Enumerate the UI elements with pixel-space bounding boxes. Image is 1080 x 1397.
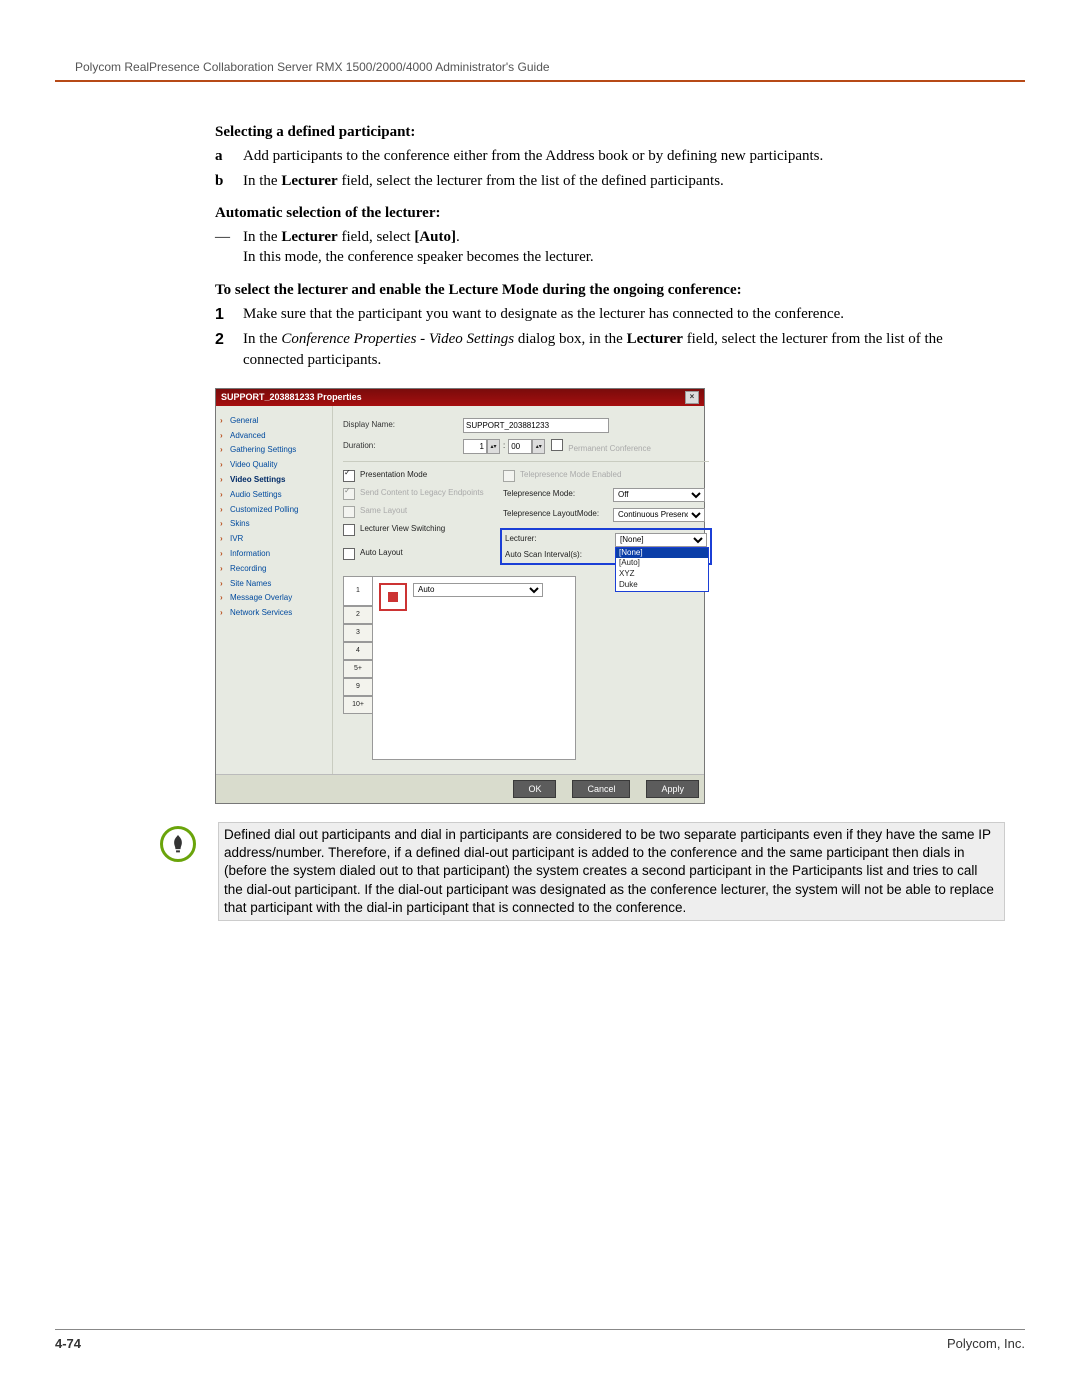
step-1: 1 Make sure that the participant you wan…: [215, 304, 1005, 326]
section-title-2: Automatic selection of the lecturer:: [215, 203, 1005, 223]
lecturer-option[interactable]: [Auto]: [616, 558, 708, 569]
dialog-title: SUPPORT_203881233 Properties: [221, 391, 362, 404]
page-number: 4-74: [55, 1336, 81, 1351]
cancel-button[interactable]: Cancel: [572, 780, 630, 798]
dialog-titlebar: SUPPORT_203881233 Properties ×: [216, 389, 704, 406]
lecturer-option[interactable]: XYZ: [616, 569, 708, 580]
duration-minutes[interactable]: ▴▾: [508, 439, 545, 454]
nav-item[interactable]: Customized Polling: [220, 503, 328, 518]
layout-panel: Auto: [372, 576, 576, 760]
nav-item[interactable]: Information: [220, 547, 328, 562]
layout-tab[interactable]: 10+: [343, 696, 372, 714]
layout-tab[interactable]: 5+: [343, 660, 372, 678]
page: Polycom RealPresence Collaboration Serve…: [0, 0, 1080, 1397]
nav-item[interactable]: Gathering Settings: [220, 443, 328, 458]
nav-item[interactable]: Site Names: [220, 577, 328, 592]
dialog-main: Display Name: Duration: ▴▾ : ▴▾: [333, 406, 719, 774]
nav-item[interactable]: Video Quality: [220, 458, 328, 473]
apply-button[interactable]: Apply: [646, 780, 699, 798]
lecturer-select[interactable]: [None]: [615, 533, 707, 547]
tp-enabled-checkbox[interactable]: [503, 470, 515, 482]
dialog-nav: GeneralAdvancedGathering SettingsVideo Q…: [216, 406, 333, 774]
ok-button[interactable]: OK: [513, 780, 556, 798]
item-a: a Add participants to the conference eit…: [215, 146, 1005, 166]
permanent-conf-checkbox[interactable]: [551, 439, 563, 451]
body-text: Selecting a defined participant: a Add p…: [215, 122, 1005, 921]
lvs-checkbox[interactable]: [343, 524, 355, 536]
properties-dialog: SUPPORT_203881233 Properties × GeneralAd…: [215, 388, 705, 804]
nav-item[interactable]: Video Settings: [220, 473, 328, 488]
lecturer-highlight: Lecturer: [None] [None][Auto]XYZDuke Aut…: [500, 528, 712, 566]
close-icon[interactable]: ×: [685, 391, 699, 404]
nav-item[interactable]: IVR: [220, 532, 328, 547]
display-name-input[interactable]: [463, 418, 609, 433]
nav-item[interactable]: Audio Settings: [220, 488, 328, 503]
presentation-mode-checkbox[interactable]: [343, 470, 355, 482]
auto-select-item: — In the Lecturer field, select [Auto]. …: [215, 227, 1005, 268]
layout-tabs[interactable]: 12345+910+: [343, 576, 372, 760]
layout-auto-select[interactable]: Auto: [413, 583, 543, 597]
footer-company: Polycom, Inc.: [947, 1336, 1025, 1351]
nav-item[interactable]: General: [220, 414, 328, 429]
page-footer: 4-74 Polycom, Inc.: [55, 1329, 1025, 1351]
note-icon: [160, 826, 196, 862]
duration-hours[interactable]: ▴▾: [463, 439, 500, 454]
item-b: b In the Lecturer field, select the lect…: [215, 171, 1005, 191]
layout-tab[interactable]: 4: [343, 642, 372, 660]
step-2: 2 In the Conference Properties - Video S…: [215, 329, 1005, 370]
same-layout-checkbox[interactable]: [343, 506, 355, 518]
nav-item[interactable]: Network Services: [220, 606, 328, 621]
lecturer-dropdown-open[interactable]: [None][Auto]XYZDuke: [615, 547, 709, 592]
note-block: Defined dial out participants and dial i…: [160, 822, 1005, 921]
layout-option-1x1[interactable]: [379, 583, 407, 611]
nav-item[interactable]: Skins: [220, 517, 328, 532]
duration-label: Duration:: [343, 441, 463, 452]
tp-mode-select[interactable]: Off: [613, 488, 705, 502]
layout-selector: 12345+910+ Auto: [343, 576, 709, 760]
tp-layout-select[interactable]: Continuous Presence: [613, 508, 705, 522]
dialog-screenshot: SUPPORT_203881233 Properties × GeneralAd…: [215, 388, 1005, 804]
layout-tab[interactable]: 2: [343, 606, 372, 624]
layout-tab[interactable]: 3: [343, 624, 372, 642]
section-title-1: Selecting a defined participant:: [215, 122, 1005, 142]
section-title-3: To select the lecturer and enable the Le…: [215, 280, 1005, 300]
send-legacy-checkbox[interactable]: [343, 488, 355, 500]
layout-tab[interactable]: 1: [343, 576, 372, 606]
header-rule: [55, 80, 1025, 82]
note-text: Defined dial out participants and dial i…: [218, 822, 1005, 921]
dialog-buttons: OK Cancel Apply: [216, 774, 704, 803]
auto-layout-checkbox[interactable]: [343, 548, 355, 560]
page-header: Polycom RealPresence Collaboration Serve…: [75, 60, 1025, 74]
layout-tab[interactable]: 9: [343, 678, 372, 696]
lecturer-option[interactable]: [None]: [616, 548, 708, 559]
nav-item[interactable]: Advanced: [220, 429, 328, 444]
nav-item[interactable]: Recording: [220, 562, 328, 577]
display-name-label: Display Name:: [343, 420, 463, 431]
lecturer-option[interactable]: Duke: [616, 580, 708, 591]
nav-item[interactable]: Message Overlay: [220, 591, 328, 606]
